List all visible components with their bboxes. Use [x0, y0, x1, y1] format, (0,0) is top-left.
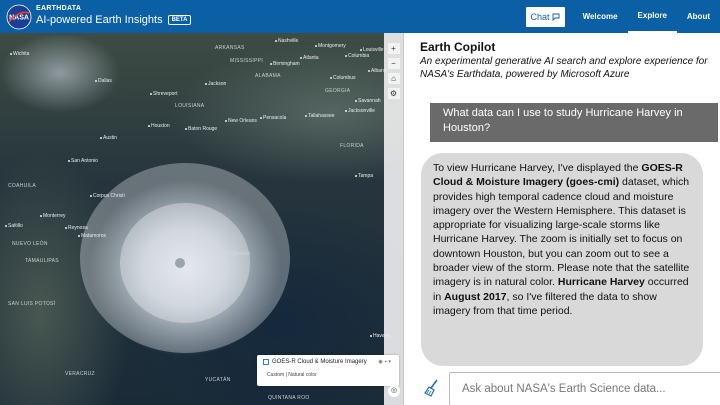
brand-top: EARTHDATA [36, 5, 82, 12]
chat-panel: Earth Copilot An experimental generative… [403, 33, 720, 405]
bot-text: To view Hurricane Harvey, I've displayed… [433, 162, 642, 174]
brand[interactable]: EARTHDATA AI-powered Earth Insights BETA [36, 4, 192, 27]
city-label: Monterrey [40, 213, 66, 219]
panel-description: An experimental generative AI search and… [420, 56, 708, 80]
city-label: Jacksonville [345, 108, 375, 114]
expand-icon[interactable]: ▾ [388, 359, 393, 365]
hurricane-eye [175, 258, 185, 268]
zoom-in-icon[interactable]: + [387, 43, 400, 54]
city-label: Columbus [330, 75, 356, 81]
layer-card[interactable]: GOES-R Cloud & Moisture Imagery Custom |… [257, 355, 399, 386]
city-label: Savannah [355, 98, 381, 104]
beta-badge: BETA [167, 15, 192, 25]
assistant-message: To view Hurricane Harvey, I've displayed… [421, 153, 703, 366]
city-label: Jackson [205, 81, 226, 87]
city-label: Tallahassee [305, 113, 334, 119]
region-label: ALABAMA [255, 73, 281, 79]
region-label: FLORIDA [340, 143, 364, 149]
city-label: New Orleans [225, 118, 257, 124]
layers-toggle-icon[interactable]: ◎ [388, 385, 400, 397]
region-label: LOUISIANA [175, 103, 205, 109]
zoom-out-icon[interactable]: − [387, 58, 400, 69]
region-label: SAN LUIS POTOSÍ [8, 301, 56, 307]
region-label: TAMAULIPAS [25, 258, 59, 264]
city-label: Montgomery [315, 43, 346, 49]
user-message: What data can I use to study Hurricane H… [430, 103, 718, 142]
city-label: Shreveport [150, 91, 177, 97]
nav-about[interactable]: About [677, 0, 720, 33]
map-toolbar: + − ⌂ ⚙ [387, 43, 400, 99]
city-label: Atlanta [300, 55, 319, 61]
home-icon[interactable]: ⌂ [387, 73, 400, 84]
layer-subtitle: Custom | Natural color [267, 372, 317, 378]
bot-event: Hurricane Harvey [557, 276, 645, 289]
city-label: Wichita [10, 51, 29, 57]
layer-title: GOES-R Cloud & Moisture Imagery [272, 359, 367, 365]
region-label: MISSISSIPPI [230, 58, 264, 64]
city-label: Baton Rouge [185, 126, 217, 132]
city-label: Dallas [95, 78, 112, 84]
city-label: Matamoros [78, 233, 106, 239]
city-label: Birmingham [270, 61, 300, 67]
region-label: COAHUILA [8, 183, 36, 189]
region-label: ARKANSAS [215, 45, 245, 51]
city-label: Nashville [275, 38, 298, 44]
region-label: NUEVO LEÓN [12, 241, 48, 247]
bot-date: August 2017 [444, 290, 507, 303]
settings-icon[interactable]: ⚙ [387, 88, 400, 99]
city-label: Tampa [355, 173, 373, 179]
city-label: Reynosa [65, 225, 88, 231]
city-label: Houston [148, 123, 170, 129]
clear-chat-icon[interactable] [424, 379, 440, 397]
chat-input[interactable] [449, 372, 720, 405]
city-label: Saltillo [5, 223, 23, 229]
region-label: GEORGIA [325, 88, 351, 94]
region-label: YUCATÁN [205, 377, 231, 383]
app-header: NASA EARTHDATA AI-powered Earth Insights… [0, 0, 720, 33]
region-label: QUINTANA ROO [268, 395, 310, 401]
nav-explore[interactable]: Explore [627, 0, 677, 33]
chat-button[interactable]: Chat [525, 6, 565, 27]
chat-label: Chat [530, 11, 550, 22]
layer-icon [263, 359, 269, 365]
top-nav: Chat Welcome Explore About [525, 0, 720, 33]
city-label: Corpus Christi [90, 193, 125, 199]
city-label: San Antonio [68, 158, 98, 164]
satellite-map[interactable]: ARKANSAS MISSISSIPPI ALABAMA GEORGIA LOU… [0, 33, 403, 405]
hurricane-core [120, 203, 250, 323]
nasa-logo-icon[interactable]: NASA [6, 4, 32, 30]
nav-welcome[interactable]: Welcome [573, 0, 628, 33]
gulf-label: Gulf of Mexico [215, 251, 251, 257]
city-label: Columbia [345, 53, 369, 59]
city-label: Pensacola [260, 115, 286, 121]
layer-controls[interactable]: ◉▪▾ [378, 359, 393, 365]
chat-bubble-icon [552, 13, 560, 21]
chat-input-row [404, 371, 720, 405]
region-label: VERACRUZ [65, 371, 95, 377]
city-label: Austin [100, 135, 117, 141]
brand-title: AI-powered Earth Insights [36, 14, 163, 26]
bot-text: dataset, which provides high temporal ca… [433, 176, 690, 289]
panel-title: Earth Copilot [420, 40, 496, 54]
